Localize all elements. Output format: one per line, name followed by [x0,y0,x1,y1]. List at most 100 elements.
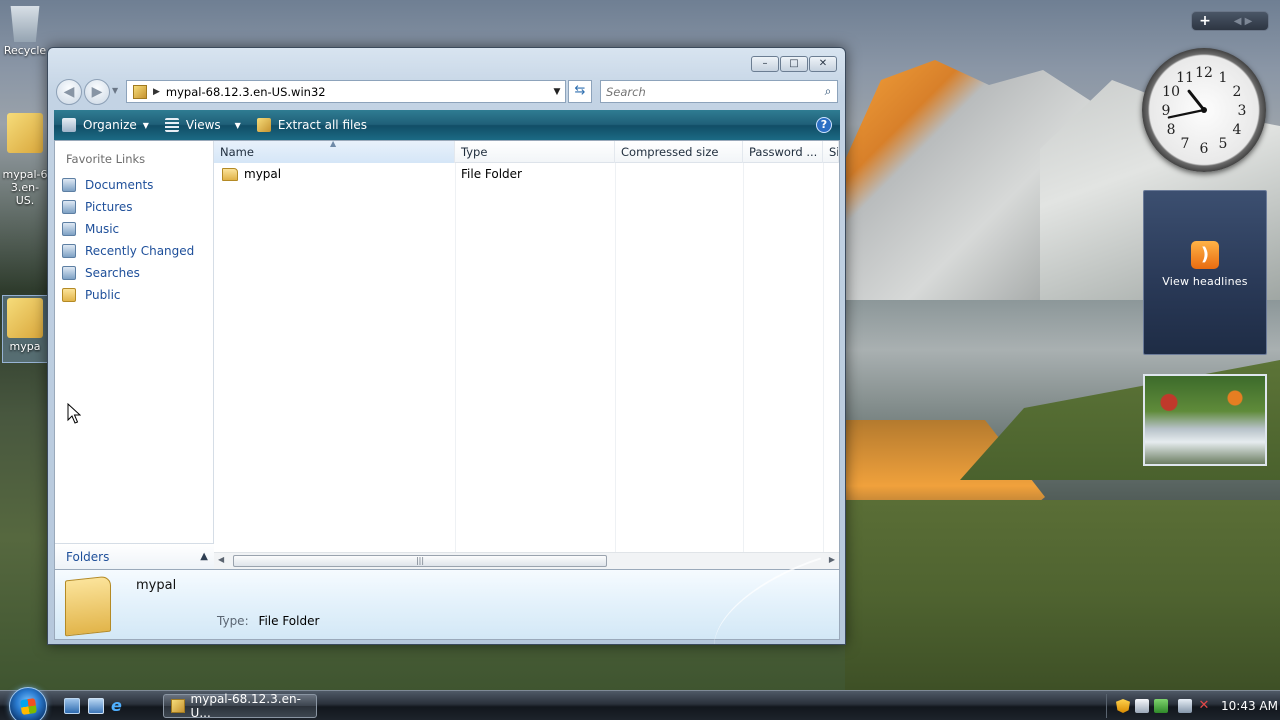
start-button[interactable] [9,687,47,720]
details-type-label: Type: [217,614,249,628]
large-folder-icon [65,575,111,637]
minimize-button[interactable]: – [751,56,779,72]
details-pane: mypal Type: File Folder [54,557,840,644]
explorer-window: – □ ✕ ◀ ▶ ▼ ▶ mypal-68.12.3.en-US.win32 … [47,47,846,645]
clock-minute-hand [1167,108,1206,119]
column-header-label: Name [220,145,254,159]
zip-folder-icon [7,113,43,153]
organize-icon [62,118,76,132]
address-dropdown-icon[interactable]: ▼ [549,87,565,97]
zip-folder-icon [171,699,185,713]
column-divider [455,163,456,552]
favorite-link-label: Searches [85,266,140,280]
zip-folder-icon [7,298,43,338]
help-button[interactable]: ? [816,117,832,133]
favorite-link-searches[interactable]: Searches [62,262,194,284]
recycle-bin-icon [10,6,40,42]
security-shield-icon[interactable] [1116,699,1130,713]
navigation-pane: Favorite Links Documents Pictures Music Rec… [55,141,214,569]
column-header-compressed-size[interactable]: Compressed size [615,141,743,163]
search-input[interactable] [601,84,819,99]
pictures-icon [62,200,76,214]
views-label: Views [185,118,221,132]
slideshow-gadget[interactable] [1143,374,1267,466]
favorite-link-music[interactable]: Music [62,218,194,240]
favorite-links-heading: Favorite Links [66,152,146,166]
file-row[interactable]: mypal File Folder [214,164,839,184]
refresh-button[interactable]: ⇆ [568,80,592,103]
recycle-bin-desktop-icon[interactable]: Recycle [2,2,48,57]
extract-icon [256,118,271,132]
internet-explorer-icon[interactable]: e [111,698,127,714]
documents-icon [62,178,76,192]
music-icon [62,222,76,236]
favorite-link-public[interactable]: Public [62,284,194,306]
column-header-size[interactable]: Si [823,141,839,163]
content-area: Favorite Links Documents Pictures Music Rec… [54,140,840,570]
file-type-cell: File Folder [461,167,522,181]
feed-headlines-gadget[interactable]: ) View headlines [1143,190,1267,355]
clock-number: 2 [1232,84,1241,100]
clock-number: 8 [1167,122,1176,138]
maximize-button[interactable]: □ [780,56,808,72]
folders-toggle[interactable]: Folders ▲ [55,543,214,569]
column-header-type[interactable]: Type [455,141,615,163]
mypal-desktop-icon[interactable]: mypa [2,295,48,363]
add-gadget-button[interactable]: + [1192,13,1218,29]
breadcrumb-arrow-icon[interactable]: ▶ [153,87,160,97]
zip-folder-icon [133,84,147,99]
chevron-up-icon: ▲ [200,551,208,562]
tray-status-icon[interactable] [1154,699,1168,713]
recent-pages-dropdown-icon[interactable]: ▼ [112,86,118,95]
file-name: mypal [244,167,282,181]
clock-gadget[interactable]: 12 1 2 3 4 5 6 7 8 9 10 11 [1142,48,1266,172]
extract-label: Extract all files [277,118,367,132]
column-header-name[interactable]: ▲ Name [214,141,455,163]
gadget-page-arrows-icon[interactable]: ◀ ▶ [1218,16,1268,27]
column-divider [615,163,616,552]
scrollbar-thumb[interactable]: ||| [233,555,607,567]
favorite-links-list: Documents Pictures Music Recently Changed Se… [62,174,194,306]
clock-number: 11 [1176,70,1194,86]
recently-changed-icon [62,244,76,258]
clock-number: 5 [1219,136,1228,152]
mypal-zip-desktop-icon[interactable]: mypal-6 3.en-US. [2,100,48,207]
view-headlines-label: View headlines [1162,275,1248,288]
system-tray: ✕ 10:43 AM [1106,694,1278,718]
column-header-password[interactable]: Password ... [743,141,823,163]
clock-number: 10 [1162,84,1180,100]
favorite-link-documents[interactable]: Documents [62,174,194,196]
views-button[interactable]: Views ▼ [157,110,249,140]
folders-label: Folders [66,549,110,564]
switch-windows-icon[interactable] [88,698,104,714]
desktop-icon-label: Recycle [3,44,47,57]
favorite-link-label: Music [85,222,120,236]
taskbar-clock[interactable]: 10:43 AM [1221,699,1278,713]
tray-app-icon[interactable] [1135,699,1149,713]
favorite-link-label: Recently Changed [85,244,195,258]
organize-button[interactable]: Organize ▼ [54,110,157,140]
scroll-left-icon[interactable]: ◀ [218,555,224,564]
volume-muted-icon[interactable]: ✕ [1197,699,1211,713]
file-list-pane: ▲ Name Type Compressed size Password ...… [214,141,839,569]
taskbar-window-label: mypal-68.12.3.en-U... [190,692,301,720]
taskbar-window-button[interactable]: mypal-68.12.3.en-U... [163,692,317,720]
network-icon[interactable] [1178,699,1192,713]
extract-all-files-button[interactable]: Extract all files [249,110,375,140]
search-box[interactable]: ⌕ [600,80,838,103]
decorative-swoosh [696,557,840,644]
show-desktop-icon[interactable] [64,698,80,714]
back-button[interactable]: ◀ [56,79,82,105]
address-bar[interactable]: ▶ mypal-68.12.3.en-US.win32 ▼ [126,80,566,103]
clock-face: 12 1234567891011 [1162,65,1247,157]
forward-button[interactable]: ▶ [84,79,110,105]
scroll-right-icon[interactable]: ▶ [829,555,835,564]
search-icon[interactable]: ⌕ [819,84,837,99]
favorite-link-pictures[interactable]: Pictures [62,196,194,218]
horizontal-scrollbar[interactable]: ◀ ||| ▶ [214,552,839,569]
close-button[interactable]: ✕ [809,56,837,72]
command-bar: Organize ▼ Views ▼ Extract all files ? [54,110,840,140]
address-path[interactable]: mypal-68.12.3.en-US.win32 [166,85,549,99]
favorite-link-recently-changed[interactable]: Recently Changed [62,240,194,262]
clock-number: 4 [1232,122,1241,138]
